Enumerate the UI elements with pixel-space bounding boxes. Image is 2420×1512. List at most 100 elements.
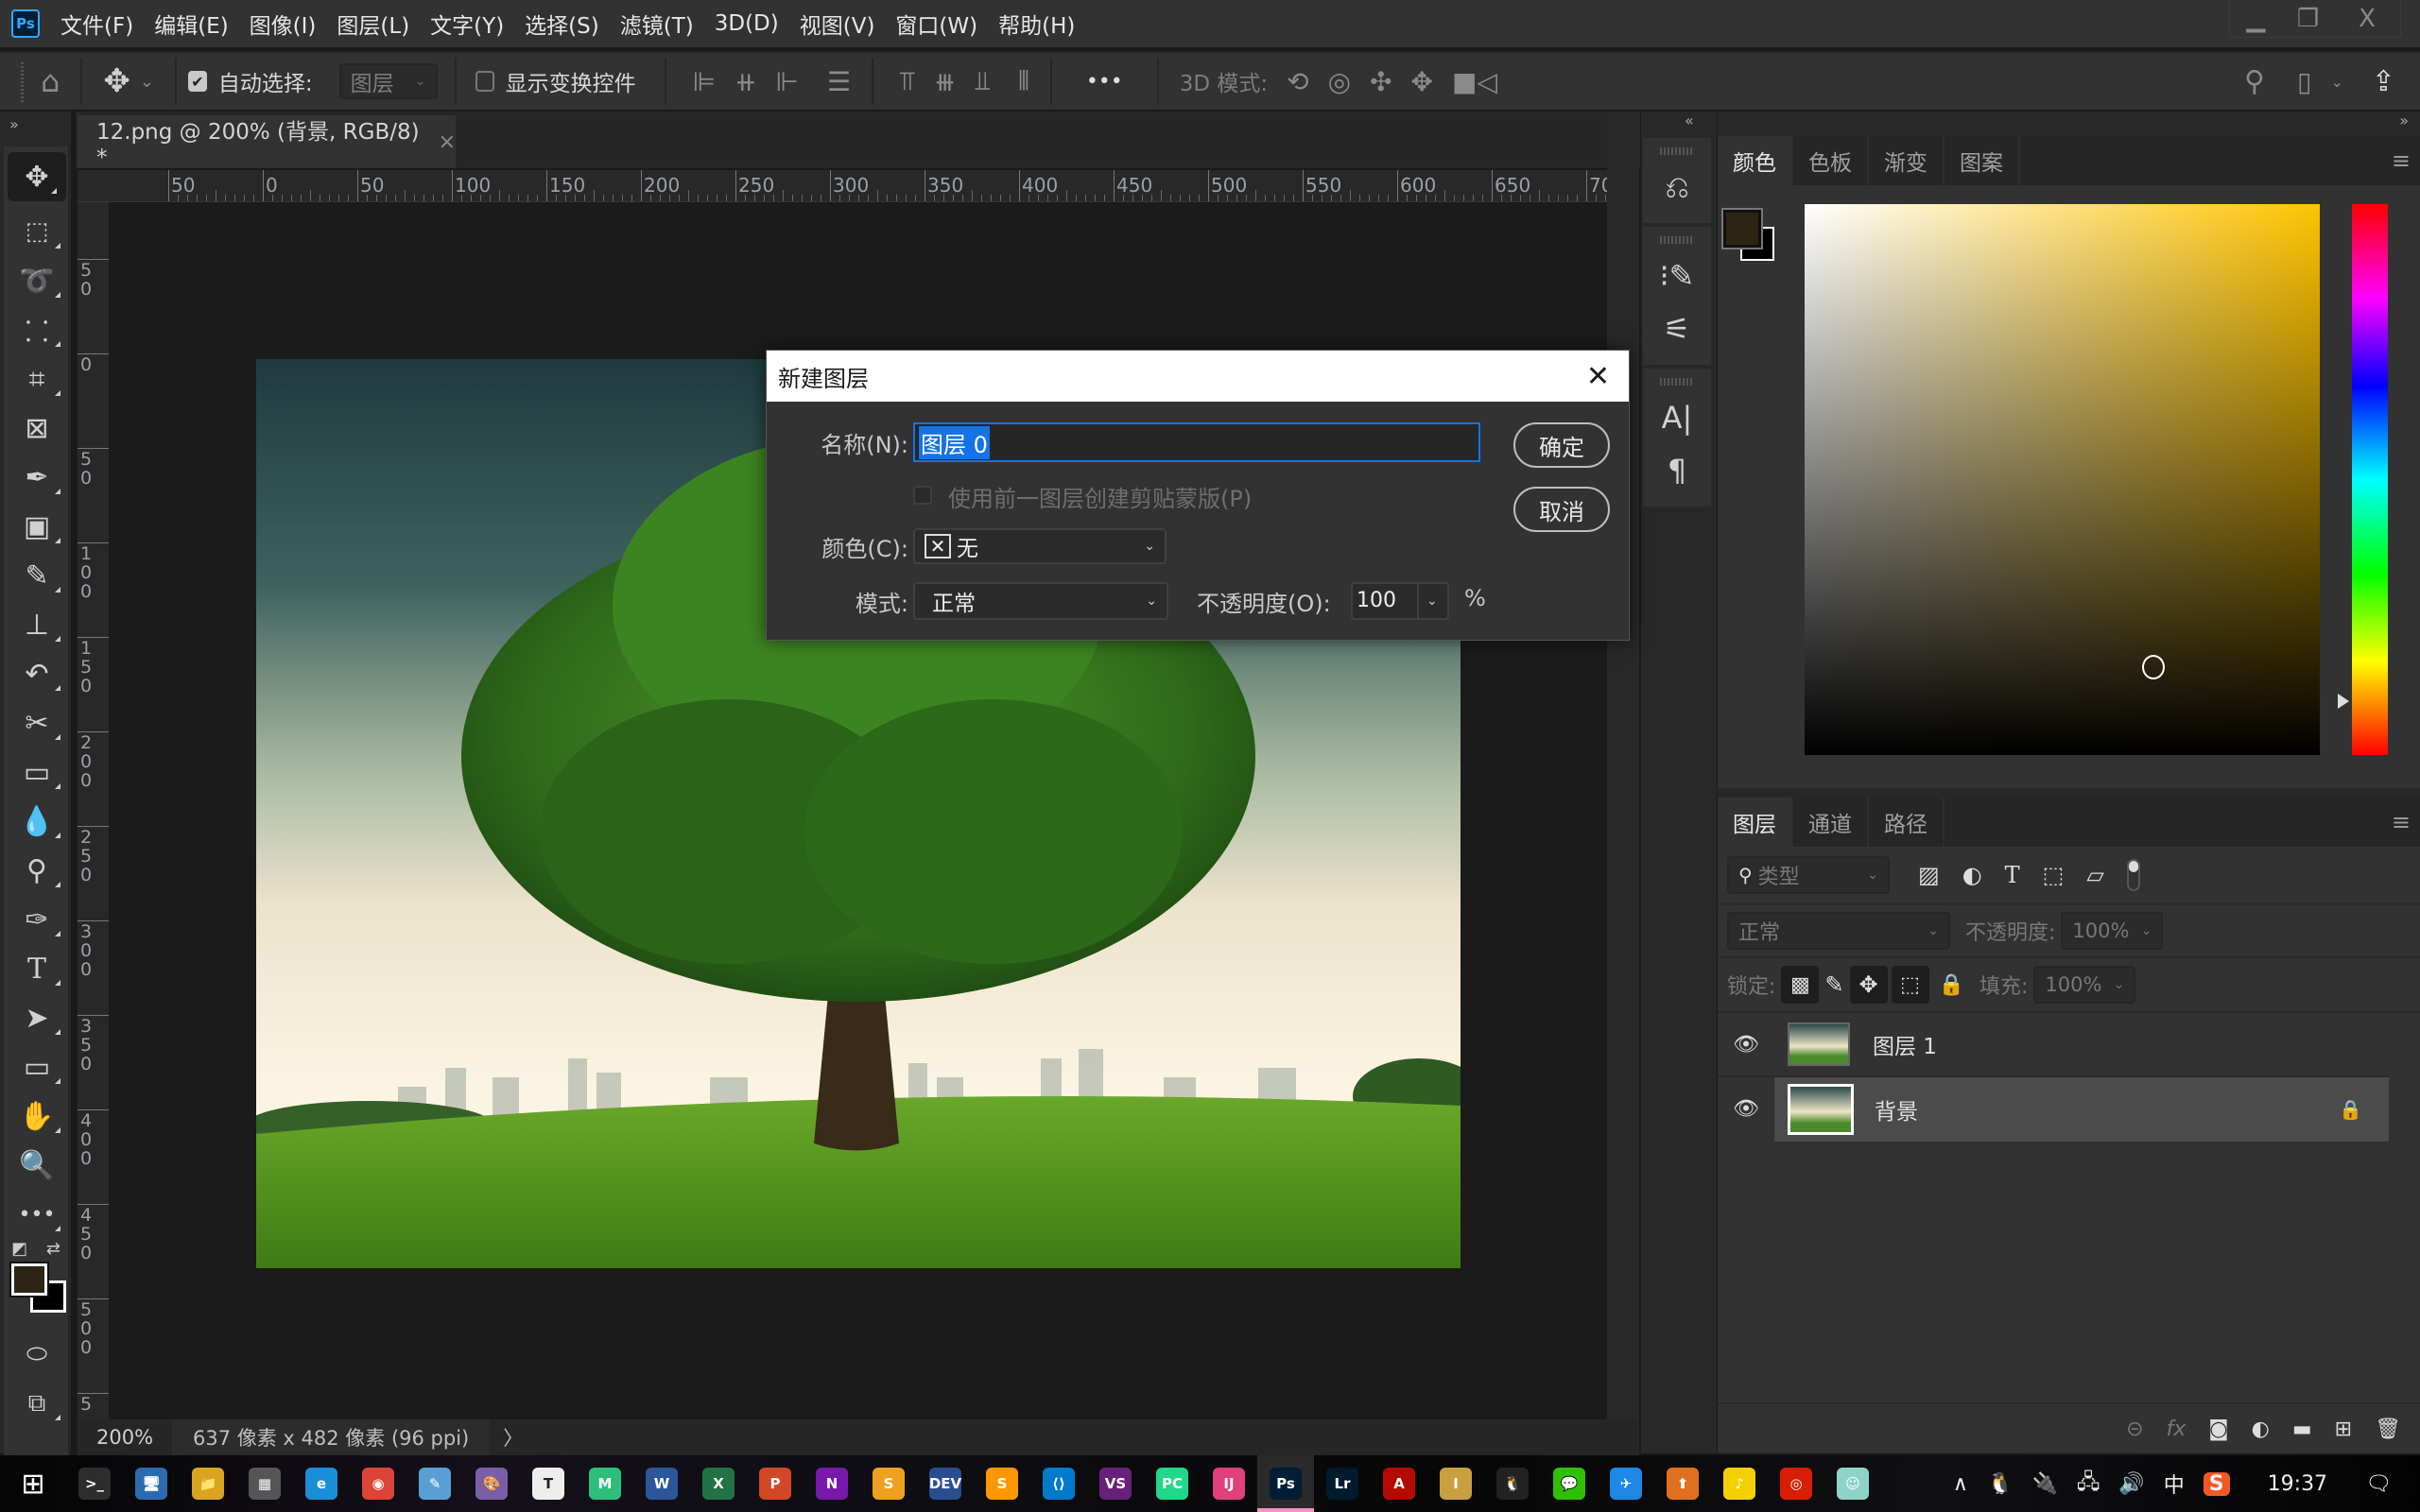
eyedropper-tool[interactable]: ✒ (4, 453, 70, 502)
brush-settings-icon[interactable]: ⁝✎ (1643, 249, 1711, 302)
blend-mode-select[interactable]: 正常 ⌄ (913, 582, 1168, 620)
add-mask-icon[interactable]: ◙ (2208, 1418, 2228, 1441)
path-selection-tool[interactable]: ➤ (4, 993, 70, 1042)
3d-slide-icon[interactable]: ✥ (1411, 66, 1433, 97)
taskbar-app-netease-music[interactable]: ◎ (1768, 1455, 1824, 1512)
layer-style-fx-icon[interactable]: fx (2167, 1418, 2187, 1441)
brush-tool[interactable]: ✎ (4, 551, 70, 600)
distribute-vertical-icon[interactable]: ☰ (827, 66, 851, 97)
dialog-title-bar[interactable]: 新建图层 (767, 351, 1629, 402)
link-layers-icon[interactable]: ⊝ (2126, 1418, 2143, 1441)
taskbar-app-lightroom[interactable]: Lr (1314, 1455, 1371, 1512)
taskbar-app-sublime[interactable]: S (974, 1455, 1030, 1512)
type-tool[interactable]: T (4, 944, 70, 993)
menu-window[interactable]: 窗口(W) (895, 8, 977, 40)
color-field[interactable] (1805, 204, 2320, 755)
taskbar-app-xmind[interactable]: M (577, 1455, 633, 1512)
notifications-icon[interactable]: 🗨 (2365, 1472, 2392, 1496)
clock[interactable]: 19:37 (2268, 1472, 2327, 1496)
taskbar-app-calculator[interactable]: ▦ (236, 1455, 293, 1512)
history-panel-icon[interactable]: ⎌ (1643, 161, 1711, 214)
hue-slider-handle[interactable] (2338, 694, 2349, 709)
taskbar-app-wechat[interactable]: 💬 (1541, 1455, 1598, 1512)
menu-type[interactable]: 文字(Y) (430, 8, 504, 40)
brushes-panel-icon[interactable]: ⚟ (1643, 302, 1711, 355)
taskbar-app-qq-music[interactable]: ♪ (1711, 1455, 1768, 1512)
layer-color-dropdown[interactable]: ✕ 无 ⌄ (913, 528, 1167, 564)
clipping-mask-checkbox[interactable] (913, 486, 932, 505)
gradient-tool[interactable]: ▭ (4, 747, 70, 797)
healing-brush-tool[interactable]: ▣ (4, 502, 70, 551)
collapse-icon[interactable]: « (1641, 112, 1717, 138)
hand-tool[interactable]: ✋ (4, 1091, 70, 1141)
fg-color-swatch[interactable] (1721, 208, 1763, 249)
lasso-tool[interactable]: ➰ (4, 256, 70, 305)
align-vertical-center-icon[interactable]: ⧻ (934, 66, 956, 97)
close-tab-icon[interactable]: × (439, 130, 456, 154)
taskbar-app-photoshop[interactable]: Ps (1257, 1455, 1314, 1512)
taskbar-app-word[interactable]: W (633, 1455, 690, 1512)
taskbar-app-intellij[interactable]: IJ (1201, 1455, 1257, 1512)
align-bottom-icon[interactable]: ⫫ (975, 65, 990, 97)
taskbar-app-typora[interactable]: T (520, 1455, 577, 1512)
chevron-down-icon[interactable]: ⌄ (2330, 73, 2342, 91)
menu-view[interactable]: 视图(V) (800, 8, 875, 40)
3d-camera-icon[interactable]: ■◁ (1452, 66, 1497, 97)
options-bar-grip[interactable] (21, 60, 24, 102)
restore-button[interactable]: ❐ (2282, 0, 2334, 38)
character-panel-icon[interactable]: A| (1643, 391, 1711, 444)
taskbar-app-file-explorer[interactable]: 📁 (180, 1455, 236, 1512)
menu-file[interactable]: 文件(F) (60, 8, 133, 40)
zoom-tool[interactable]: 🔍 (4, 1141, 70, 1190)
paragraph-panel-icon[interactable]: ¶ (1643, 444, 1711, 497)
move-tool[interactable]: ✥ (8, 152, 66, 201)
taskbar-app-chrome[interactable]: ◉ (350, 1455, 406, 1512)
tab-paths[interactable]: 路径 (1869, 798, 1945, 847)
opacity-field[interactable]: 100 ⌄ (1351, 582, 1449, 620)
align-right-icon[interactable]: ⊩ (776, 66, 799, 97)
tab-gradients[interactable]: 渐变 (1869, 136, 1945, 185)
canvas-scroll-track[interactable] (1607, 112, 1639, 1453)
swap-colors-icon[interactable]: ⇄ (46, 1239, 60, 1263)
menu-layer[interactable]: 图层(L) (337, 8, 409, 40)
search-icon[interactable]: ⚲ (2244, 65, 2265, 98)
taskbar-app-edge[interactable]: e (293, 1455, 350, 1512)
adjustment-layer-icon[interactable]: ◐ (2252, 1418, 2270, 1441)
expand-icon[interactable]: » (1718, 112, 2420, 136)
taskbar-app-anime-app[interactable]: ☺ (1824, 1455, 1881, 1512)
cancel-button[interactable]: 取消 (1513, 487, 1610, 532)
color-picker-cursor[interactable] (2142, 655, 2165, 679)
menu-filter[interactable]: 滤镜(T) (620, 8, 694, 40)
visibility-eye-icon[interactable]: 👁 (1718, 1077, 1774, 1142)
align-top-icon[interactable]: ⫪ (900, 65, 915, 97)
layer-row-selected[interactable]: 👁 背景 🔒 (1718, 1077, 2389, 1142)
filter-kind-dropdown[interactable]: ⚲ 类型 ⌄ (1727, 856, 1890, 894)
sogou-ime-icon[interactable]: S (2203, 1471, 2230, 1496)
panel-grip[interactable] (1660, 378, 1694, 386)
auto-select-checkbox[interactable]: ✔ (187, 71, 207, 92)
layer-lock-icon[interactable]: 🔒 (2339, 1098, 2362, 1121)
align-horizontal-center-icon[interactable]: ⧺ (735, 66, 756, 97)
layer-fill-field[interactable]: 100% ⌄ (2033, 966, 2136, 1004)
tab-color[interactable]: 颜色 (1718, 136, 1793, 185)
taskbar-app-terminal[interactable]: >_ (66, 1455, 123, 1512)
filter-shape-icon[interactable]: ⬚ (2043, 862, 2065, 888)
chevron-down-icon[interactable]: ⌄ (1426, 593, 1438, 609)
opacity-value[interactable]: 100 (1353, 584, 1419, 618)
visibility-eye-icon[interactable]: 👁 (1718, 1033, 1774, 1057)
volume-icon[interactable]: 🔊 (2118, 1472, 2144, 1496)
menu-edit[interactable]: 编辑(E) (154, 8, 228, 40)
lock-image-pixels-icon[interactable]: ✎ (1824, 971, 1843, 998)
taskbar-app-onenote[interactable]: N (804, 1455, 860, 1512)
taskbar-app-dictionary[interactable]: I (1427, 1455, 1484, 1512)
taskbar-app-qq[interactable]: 🐧 (1484, 1455, 1541, 1512)
taskbar-app-acrobat[interactable]: A (1371, 1455, 1427, 1512)
filter-pixel-icon[interactable]: ▨ (1918, 862, 1940, 888)
qq-tray-icon[interactable]: 🐧 (1987, 1472, 2013, 1496)
move-tool-preset-icon[interactable]: ✥ (103, 62, 130, 100)
tab-channels[interactable]: 通道 (1793, 798, 1869, 847)
edit-toolbar-button[interactable]: ••• (4, 1190, 70, 1239)
tab-swatches[interactable]: 色板 (1793, 136, 1869, 185)
horizontal-ruler[interactable]: 50 0 50 100 150 200 250 300 350 400 450 500 550 600 65… (78, 170, 1607, 202)
menu-select[interactable]: 选择(S) (525, 8, 599, 40)
